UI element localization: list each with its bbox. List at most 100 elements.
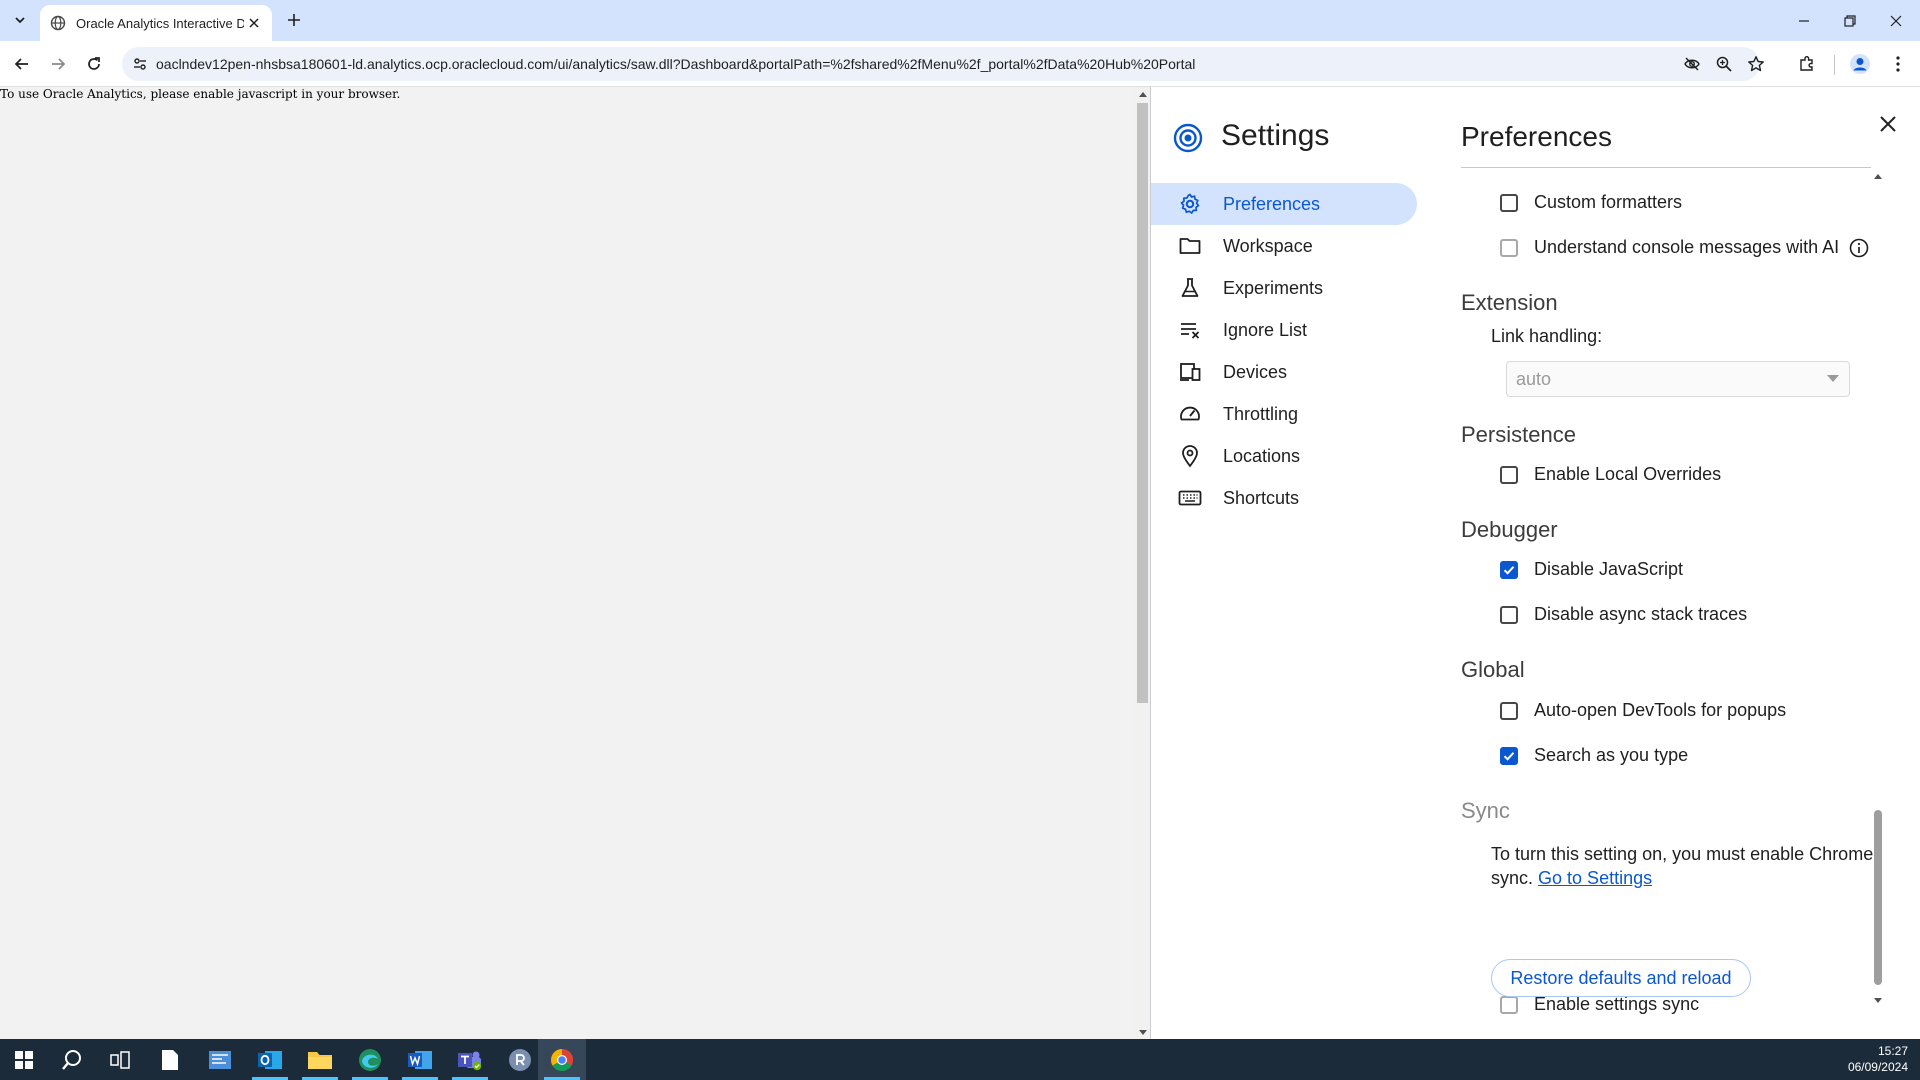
start-button[interactable] <box>0 1039 48 1080</box>
outlook-icon <box>258 1050 282 1069</box>
document-icon <box>162 1049 178 1070</box>
taskbar-network-app[interactable] <box>196 1039 244 1080</box>
enable-sync-checkbox[interactable] <box>1500 995 1518 1014</box>
profile-button[interactable] <box>1846 50 1874 78</box>
zoom-icon <box>1716 56 1732 72</box>
tune-icon <box>134 58 146 70</box>
extensions-button[interactable] <box>1793 50 1821 78</box>
url-text[interactable]: oaclndev12pen-nhsbsa180601-ld.analytics.… <box>156 47 1195 81</box>
disable-async-checkbox[interactable] <box>1500 605 1518 624</box>
eye-off-button[interactable] <box>1680 52 1704 76</box>
tab-search-button[interactable] <box>6 8 34 32</box>
enable-sync-row[interactable]: Enable settings sync <box>1500 994 1699 1015</box>
checkbox-label: Enable settings sync <box>1534 994 1700 1014</box>
folder-icon <box>308 1051 332 1069</box>
auto-open-checkbox[interactable] <box>1500 701 1518 720</box>
close-icon <box>1890 15 1902 26</box>
chrome-icon <box>551 1048 573 1071</box>
console-ai-checkbox[interactable] <box>1500 238 1518 257</box>
info-icon[interactable] <box>1849 238 1869 258</box>
scroll-up-arrow[interactable] <box>1135 87 1150 101</box>
back-button[interactable] <box>8 50 36 78</box>
checkbox-label: Understand console messages with AI <box>1534 237 1840 257</box>
clock-time: 15:27 <box>1877 1044 1908 1058</box>
forward-button[interactable] <box>44 50 72 78</box>
menu-button[interactable] <box>1884 50 1912 78</box>
system-clock[interactable]: 15:27 06/09/2024 <box>1848 1043 1908 1075</box>
taskbar-teams[interactable] <box>446 1039 494 1080</box>
zoom-button[interactable] <box>1712 52 1736 76</box>
close-icon <box>1880 116 1896 132</box>
search-as-you-type-checkbox[interactable] <box>1500 746 1518 765</box>
select-value: auto <box>1516 369 1552 389</box>
reload-button[interactable] <box>80 50 108 78</box>
taskbar-edge[interactable] <box>346 1039 394 1080</box>
scroll-thumb[interactable] <box>1874 810 1882 985</box>
tab-title: Oracle Analytics Interactive Dashboards <box>76 15 244 31</box>
scroll-down-arrow[interactable] <box>1135 1025 1150 1039</box>
taskbar-chrome[interactable] <box>538 1039 586 1080</box>
search-as-you-type-row[interactable]: Search as you type <box>1500 745 1688 766</box>
browser-tab[interactable]: Oracle Analytics Interactive Dashboards <box>40 5 272 41</box>
minimize-button[interactable] <box>1781 0 1827 41</box>
taskbar-outlook[interactable] <box>246 1039 294 1080</box>
reload-icon <box>88 57 100 70</box>
scroll-up-arrow[interactable] <box>1872 170 1884 182</box>
page-content: To use Oracle Analytics, please enable j… <box>0 87 1135 1039</box>
console-ai-row[interactable]: Understand console messages with AI <box>1500 237 1869 258</box>
taskbar-notepad[interactable] <box>146 1039 194 1080</box>
address-bar[interactable]: oaclndev12pen-nhsbsa180601-ld.analytics.… <box>122 47 1764 81</box>
close-window-button[interactable] <box>1873 0 1919 41</box>
word-icon <box>408 1050 432 1069</box>
go-to-settings-link[interactable]: Go to Settings <box>1538 868 1652 888</box>
taskbar-file-explorer[interactable] <box>296 1039 344 1080</box>
browser-toolbar: oaclndev12pen-nhsbsa180601-ld.analytics.… <box>0 41 1920 87</box>
checkbox-label: Disable JavaScript <box>1534 559 1684 579</box>
restore-window-button[interactable] <box>1827 0 1873 41</box>
local-overrides-checkbox[interactable] <box>1500 465 1518 484</box>
custom-formatters-checkbox[interactable] <box>1500 193 1518 212</box>
custom-formatters-row[interactable]: Custom formatters <box>1500 192 1682 213</box>
scroll-down-arrow[interactable] <box>1872 994 1884 1006</box>
toolbar-divider <box>1834 55 1835 75</box>
tab-close-button[interactable] <box>244 13 264 33</box>
network-app-icon <box>209 1050 231 1069</box>
taskbar-word[interactable] <box>396 1039 444 1080</box>
restore-window-icon <box>1844 14 1856 27</box>
disable-javascript-row[interactable]: Disable JavaScript <box>1500 559 1683 580</box>
auto-open-row[interactable]: Auto-open DevTools for popups <box>1500 700 1786 721</box>
local-overrides-row[interactable]: Enable Local Overrides <box>1500 464 1721 485</box>
preferences-scrollbar[interactable] <box>1871 170 1885 1006</box>
close-settings-button[interactable] <box>1873 109 1903 139</box>
triangle-up-icon <box>1874 173 1882 179</box>
persistence-heading: Persistence <box>1461 422 1576 447</box>
site-info-button[interactable] <box>128 52 152 76</box>
sync-heading: Sync <box>1461 798 1510 823</box>
checkbox-label: Disable async stack traces <box>1534 604 1748 624</box>
globe-icon <box>50 15 66 31</box>
triangle-up-icon <box>1138 91 1147 97</box>
disable-async-row[interactable]: Disable async stack traces <box>1500 604 1747 625</box>
disable-javascript-checkbox[interactable] <box>1500 560 1518 579</box>
pane-divider <box>1461 167 1871 168</box>
bookmark-button[interactable] <box>1744 52 1768 76</box>
checkbox-label: Custom formatters <box>1534 192 1683 212</box>
link-handling-label: Link handling: <box>1491 326 1603 346</box>
scroll-thumb[interactable] <box>1137 103 1148 703</box>
javascript-disabled-message: To use Oracle Analytics, please enable j… <box>0 87 401 101</box>
checkbox-label: Search as you type <box>1534 745 1689 765</box>
new-tab-button[interactable] <box>280 8 308 32</box>
minimize-icon <box>1799 19 1809 22</box>
scrolled-out-text <box>1621 157 1771 167</box>
checkmark-icon <box>1503 751 1515 761</box>
debugger-heading: Debugger <box>1461 517 1558 542</box>
task-view-button[interactable] <box>96 1039 144 1080</box>
taskbar-r-app[interactable] <box>496 1039 544 1080</box>
page-scrollbar[interactable] <box>1135 87 1150 1039</box>
pane-title: Preferences <box>1461 121 1612 152</box>
restore-defaults-button[interactable]: Restore defaults and reload <box>1491 959 1751 997</box>
sync-description: To turn this setting on, you must enable… <box>1491 842 1891 890</box>
taskbar-search-button[interactable] <box>48 1039 96 1080</box>
link-handling-select[interactable]: auto <box>1506 361 1850 397</box>
eye-off-icon <box>1684 57 1700 71</box>
